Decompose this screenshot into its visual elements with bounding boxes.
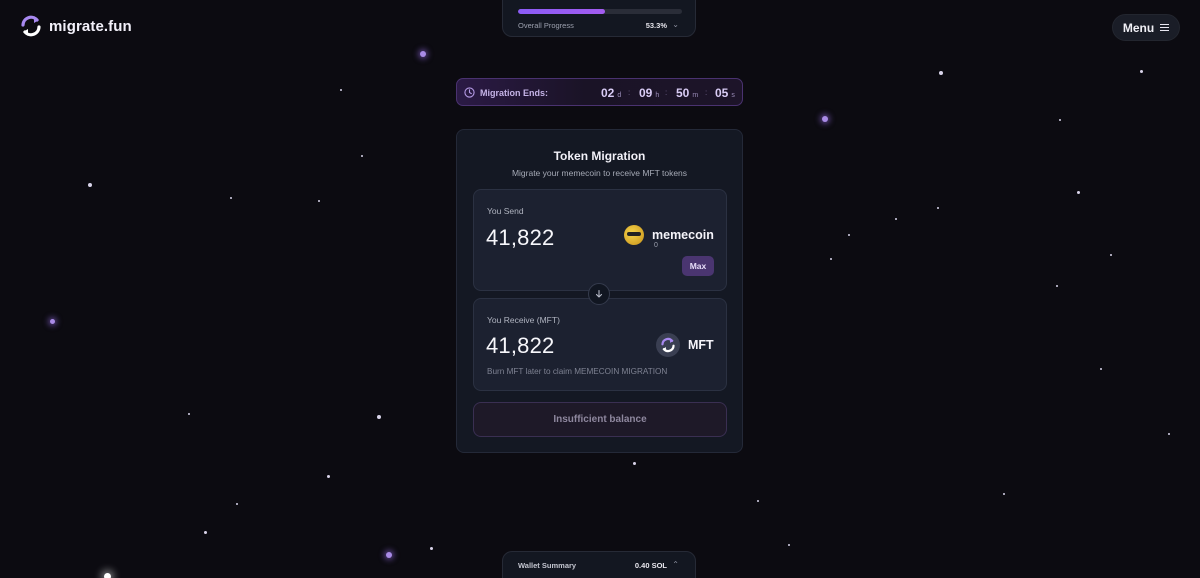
star — [340, 89, 342, 91]
star — [1140, 70, 1143, 73]
send-token-balance: 0 — [654, 242, 658, 249]
star — [1110, 254, 1112, 256]
receive-token: MFT — [656, 333, 714, 357]
migration-countdown: Migration Ends: 02 d : 09 h : 50 m : 05 … — [456, 78, 743, 106]
star — [430, 547, 433, 550]
chevron-down-icon[interactable]: ⌄ — [672, 20, 679, 29]
star — [757, 500, 759, 502]
chevron-up-icon[interactable]: ⌃ — [672, 560, 679, 569]
star — [420, 51, 426, 57]
star — [848, 234, 850, 236]
star — [1059, 119, 1061, 121]
swap-direction — [588, 283, 610, 305]
star — [386, 552, 392, 558]
mft-token-icon — [656, 333, 680, 357]
star — [1100, 368, 1102, 370]
progress-value: 53.3% — [645, 21, 667, 30]
send-amount-input[interactable]: 41,822 — [486, 225, 555, 251]
countdown-days-suffix: d — [617, 92, 622, 99]
refresh-arrows-icon — [21, 15, 41, 37]
star — [327, 475, 330, 478]
countdown-minutes-suffix: m — [692, 92, 699, 99]
star — [633, 462, 636, 465]
star — [104, 573, 111, 578]
app-logo[interactable]: migrate.fun — [18, 13, 132, 39]
star — [788, 544, 790, 546]
hamburger-icon — [1160, 24, 1170, 32]
star — [377, 415, 381, 419]
token-migration-card: Token Migration Migrate your memecoin to… — [456, 129, 743, 453]
overall-progress-panel[interactable]: Overall Progress 53.3% ⌄ — [502, 0, 696, 37]
progress-bar — [518, 9, 682, 14]
star — [230, 197, 232, 199]
star — [1003, 493, 1005, 495]
countdown-hours-value: 09 — [639, 86, 653, 100]
receive-panel: You Receive (MFT) 41,822 MFT Burn MFT la… — [473, 298, 727, 391]
countdown-days-value: 02 — [601, 86, 615, 100]
star — [1056, 285, 1058, 287]
star — [937, 207, 939, 209]
star — [1168, 433, 1170, 435]
countdown-label: Migration Ends: — [480, 88, 548, 98]
card-title: Token Migration — [553, 149, 646, 163]
receive-label: You Receive (MFT) — [487, 315, 560, 325]
receive-token-name: MFT — [688, 338, 714, 352]
countdown-minutes-value: 50 — [676, 86, 690, 100]
countdown-separator: : — [705, 88, 708, 97]
star — [1077, 191, 1080, 194]
countdown-separator: : — [628, 88, 631, 97]
max-button[interactable]: Max — [682, 256, 714, 276]
arrow-down-icon — [595, 289, 603, 298]
star — [822, 116, 828, 122]
send-token-name: memecoin — [652, 228, 714, 242]
receive-amount: 41,822 — [486, 333, 555, 358]
wallet-summary-panel[interactable]: Wallet Summary 0.40 SOL ⌃ — [502, 551, 696, 578]
star — [50, 319, 55, 324]
star — [895, 218, 897, 220]
star — [830, 258, 832, 260]
countdown-hours-suffix: h — [655, 92, 660, 99]
progress-fill — [518, 9, 606, 14]
countdown-seconds: 05 s — [715, 86, 735, 100]
card-subtitle: Migrate your memecoin to receive MFT tok… — [511, 168, 688, 178]
star — [361, 155, 363, 157]
countdown-seconds-suffix: s — [731, 92, 735, 99]
star — [939, 71, 943, 75]
insufficient-balance-button[interactable]: Insufficient balance — [473, 402, 727, 437]
menu-label: Menu — [1122, 20, 1155, 35]
countdown-hours: 09 h — [639, 86, 659, 100]
countdown-seconds-value: 05 — [715, 86, 729, 100]
send-label: You Send — [487, 206, 524, 216]
app-name: migrate.fun — [49, 17, 132, 35]
clock-icon — [464, 87, 475, 98]
countdown-separator: : — [665, 88, 668, 97]
star — [204, 531, 207, 534]
wallet-summary-label: Wallet Summary — [518, 561, 577, 570]
wallet-balance: 0.40 SOL — [634, 561, 667, 570]
memecoin-token-icon — [624, 225, 644, 245]
star — [236, 503, 238, 505]
progress-label: Overall Progress — [518, 21, 574, 30]
star — [88, 183, 92, 187]
send-panel: You Send 41,822 memecoin 0 Max — [473, 189, 727, 291]
burn-note: Burn MFT later to claim MEMECOIN MIGRATI… — [487, 367, 668, 376]
menu-button[interactable]: Menu — [1112, 14, 1180, 41]
star — [318, 200, 320, 202]
star — [188, 413, 190, 415]
send-token: memecoin — [624, 225, 714, 245]
countdown-minutes: 50 m — [676, 86, 698, 100]
countdown-days: 02 d — [601, 86, 621, 100]
